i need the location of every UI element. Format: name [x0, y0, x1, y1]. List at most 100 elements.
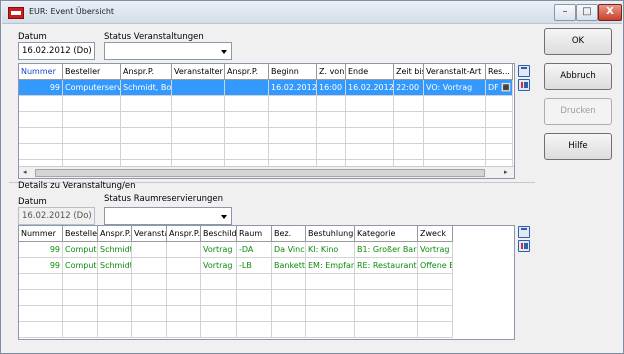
table-cell[interactable] [132, 258, 167, 274]
empty-cell [306, 322, 355, 338]
table-cell[interactable]: 99 [19, 258, 63, 274]
empty-cell [132, 274, 167, 290]
empty-cell [272, 290, 306, 306]
empty-cell [424, 112, 486, 128]
column-header[interactable]: Nummer [19, 226, 63, 242]
empty-cell [237, 306, 272, 322]
column-header[interactable]: Ende [346, 64, 394, 80]
empty-cell [225, 144, 269, 160]
table-cell[interactable] [167, 242, 201, 258]
table-cell[interactable] [167, 258, 201, 274]
events-grid[interactable]: Nummer Besteller Anspr.P. Veranstalter Anspr… [18, 63, 515, 179]
column-header[interactable]: Anspr.P. [98, 226, 132, 242]
empty-cell [63, 322, 98, 338]
empty-cell [98, 290, 132, 306]
empty-cell [269, 96, 317, 112]
table-cell[interactable]: 99 [19, 242, 63, 258]
empty-cell [19, 96, 63, 112]
columns-config-icon[interactable] [518, 79, 530, 91]
table-cell[interactable]: Schmidt [98, 258, 132, 274]
column-header[interactable]: Zweck [418, 226, 453, 242]
table-cell[interactable]: Vortrag [201, 242, 237, 258]
column-header[interactable]: Res... [486, 64, 513, 80]
column-header[interactable]: Veranstalt-Art [424, 64, 486, 80]
table-cell[interactable]: Offene E [418, 258, 453, 274]
empty-cell [317, 112, 346, 128]
minimize-button[interactable]: – [554, 4, 576, 21]
column-header[interactable]: Zeit bis [394, 64, 424, 80]
table-cell[interactable]: Compute [63, 242, 98, 258]
empty-cell [19, 322, 63, 338]
column-header[interactable]: Bestuhlung [306, 226, 355, 242]
scroll-left-icon[interactable]: ◂ [23, 168, 27, 176]
table-cell[interactable]: -DA [237, 242, 272, 258]
table-cell[interactable]: -LB [237, 258, 272, 274]
column-header[interactable]: Beginn [269, 64, 317, 80]
maximize-button[interactable]: □ [576, 4, 598, 21]
table-cell[interactable]: Da Vinci [272, 242, 306, 258]
empty-cell [317, 144, 346, 160]
column-header[interactable]: Anspr.P. [121, 64, 172, 80]
column-header[interactable]: Besteller [63, 64, 121, 80]
column-header[interactable]: Beschilder [201, 226, 237, 242]
chevron-down-icon [221, 50, 227, 54]
title-bar: EUR: Event Übersicht – □ X [2, 2, 622, 24]
table-cell[interactable]: EM: Empfan [306, 258, 355, 274]
events-horizontal-scrollbar[interactable]: ◂ ▸ [19, 166, 514, 178]
table-cell[interactable]: 99 [19, 80, 63, 96]
table-cell[interactable]: Bankett [272, 258, 306, 274]
table-cell[interactable]: Vortrag [418, 242, 453, 258]
scroll-thumb[interactable] [35, 169, 485, 177]
table-cell[interactable]: KI: Kino [306, 242, 355, 258]
ok-button[interactable]: OK [544, 28, 612, 55]
table-cell[interactable] [225, 80, 269, 96]
date-field[interactable]: 16.02.2012 (Do) [18, 42, 95, 60]
status-events-dropdown[interactable] [104, 42, 232, 60]
column-header[interactable]: Nummer [19, 64, 63, 80]
empty-cell [172, 112, 225, 128]
close-button[interactable]: X [598, 4, 622, 21]
table-cell[interactable] [132, 242, 167, 258]
table-cell[interactable]: VO: Vortrag [424, 80, 486, 96]
room-reservations-grid[interactable]: NummerBestellerAnspr.P.VeranstalterAnspr… [18, 225, 515, 340]
status-rooms-dropdown[interactable] [104, 207, 232, 225]
table-cell[interactable]: RE: Restaurant [355, 258, 418, 274]
help-button[interactable]: Hilfe [544, 133, 612, 160]
empty-cell [306, 274, 355, 290]
column-header[interactable]: Veranstalter [172, 64, 225, 80]
table-cell[interactable]: 16.02.2012 [346, 80, 394, 96]
table-cell[interactable]: DF 🔳 [486, 80, 513, 96]
column-header[interactable]: Raum [237, 226, 272, 242]
columns-config-icon[interactable] [518, 240, 530, 252]
empty-cell [424, 144, 486, 160]
table-cell[interactable]: Compute [63, 258, 98, 274]
table-cell[interactable]: 22:00 [394, 80, 424, 96]
empty-cell [121, 112, 172, 128]
table-cell[interactable]: Vortrag [201, 258, 237, 274]
empty-cell [121, 144, 172, 160]
details-date-field: 16.02.2012 (Do) [18, 207, 95, 225]
table-view-icon[interactable] [518, 65, 530, 77]
column-header[interactable]: Anspr.P. [167, 226, 201, 242]
table-cell[interactable]: Schmidt, Bo [121, 80, 172, 96]
empty-cell [132, 322, 167, 338]
column-header[interactable]: Besteller [63, 226, 98, 242]
column-header[interactable]: Z. von [317, 64, 346, 80]
column-header[interactable]: Anspr.P. [225, 64, 269, 80]
print-button: Drucken [544, 98, 612, 125]
table-cell[interactable] [172, 80, 225, 96]
column-header[interactable]: Kategorie [355, 226, 418, 242]
table-cell[interactable]: 16.02.2012 [269, 80, 317, 96]
cancel-button[interactable]: Abbruch [544, 63, 612, 90]
empty-cell [98, 322, 132, 338]
table-cell[interactable]: Schmidt [98, 242, 132, 258]
column-header[interactable]: Veranstalter [132, 226, 167, 242]
table-cell[interactable]: Computerservi [63, 80, 121, 96]
table-view-icon[interactable] [518, 226, 530, 238]
column-header[interactable]: Bez. [272, 226, 306, 242]
scroll-right-icon[interactable]: ▸ [504, 168, 508, 176]
table-cell[interactable]: B1: Großer Bar [355, 242, 418, 258]
table-cell[interactable]: 16:00 [317, 80, 346, 96]
empty-cell [121, 128, 172, 144]
empty-cell [486, 128, 513, 144]
